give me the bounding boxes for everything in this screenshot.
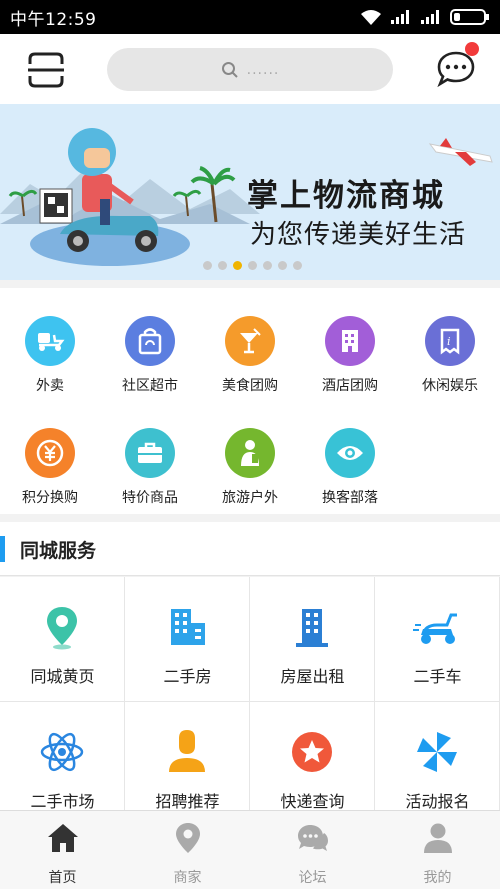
person-icon [169, 730, 205, 772]
user-icon [423, 823, 452, 853]
star-badge-icon [292, 732, 332, 772]
category-food-deals[interactable]: 美食团购 [200, 316, 300, 395]
shopping-bag-icon [125, 316, 175, 366]
page-dot[interactable] [263, 261, 272, 270]
services-section-header: 同城服务 [0, 522, 500, 576]
category-label: 特价商品 [122, 490, 178, 506]
app-header: ...... [0, 34, 500, 104]
banner-page-indicator[interactable] [203, 261, 302, 270]
apartment-icon [296, 609, 328, 647]
ticket-icon: i [425, 316, 475, 366]
category-label: 旅游户外 [222, 490, 278, 506]
tab-merchants[interactable]: 商家 [125, 821, 250, 887]
signal-icon [391, 10, 409, 24]
page-dot-active[interactable] [233, 261, 242, 270]
scooter-icon [413, 613, 457, 644]
hotel-building-icon [325, 316, 375, 366]
page-dot[interactable] [218, 261, 227, 270]
tab-label: 我的 [423, 870, 452, 886]
tab-label: 首页 [48, 870, 77, 886]
status-bar: 中午12:59 [0, 0, 500, 34]
services-grid: 同城黄页 二手房 房屋出租 二手车 二手市场 招聘推荐 快递查询 活动报名 [0, 577, 500, 827]
category-travel-outdoor[interactable]: 旅游户外 [200, 428, 300, 507]
service-express-query[interactable]: 快递查询 [250, 702, 375, 827]
wifi-icon [361, 10, 381, 25]
status-time: 中午12:59 [10, 9, 97, 30]
category-label: 酒店团购 [322, 378, 378, 394]
page-dot[interactable] [248, 261, 257, 270]
service-house-rental[interactable]: 房屋出租 [250, 577, 375, 702]
page-dot[interactable] [293, 261, 302, 270]
tab-mine[interactable]: 我的 [375, 821, 500, 887]
service-label: 快递查询 [280, 792, 345, 811]
category-points-exchange[interactable]: 积分换购 [0, 428, 100, 507]
scan-icon[interactable] [26, 50, 66, 90]
status-icons [360, 8, 490, 26]
category-label: 休闲娱乐 [422, 378, 478, 394]
unread-badge [465, 42, 479, 56]
category-label: 社区超市 [122, 378, 178, 394]
tab-label: 论坛 [298, 870, 327, 886]
page-dot[interactable] [278, 261, 287, 270]
banner-subtitle: 为您传递美好生活 [250, 220, 467, 250]
chat-icon [297, 825, 328, 851]
tab-home[interactable]: 首页 [0, 821, 125, 887]
service-yellow-pages[interactable]: 同城黄页 [0, 577, 125, 702]
category-hotel-deals[interactable]: 酒店团购 [300, 316, 400, 395]
pinwheel-icon [417, 732, 457, 772]
scooter-icon [25, 316, 75, 366]
category-label: 换客部落 [322, 490, 378, 506]
service-job-recommend[interactable]: 招聘推荐 [125, 702, 250, 827]
promo-banner[interactable]: 掌上物流商城 为您传递美好生活 [0, 104, 500, 280]
search-icon [221, 61, 238, 78]
category-leisure[interactable]: i 休闲娱乐 [400, 316, 500, 395]
section-title: 同城服务 [20, 540, 97, 562]
category-supermarket[interactable]: 社区超市 [100, 316, 200, 395]
tourist-icon [225, 428, 275, 478]
banner-title: 掌上物流商城 [247, 178, 445, 214]
service-label: 二手房 [163, 667, 212, 686]
location-icon [175, 823, 200, 853]
service-label: 二手市场 [30, 792, 95, 811]
category-grid: 外卖 社区超市 美食团购 酒店团购 i 休闲娱乐 积分换购 特价商品 旅游户外 … [0, 288, 500, 514]
signal-icon-2 [421, 10, 439, 24]
service-second-hand-house[interactable]: 二手房 [125, 577, 250, 702]
search-placeholder: ...... [246, 61, 280, 78]
tab-label: 商家 [173, 870, 202, 886]
category-special-offers[interactable]: 特价商品 [100, 428, 200, 507]
search-bar[interactable]: ...... [107, 48, 393, 91]
service-label: 房屋出租 [280, 667, 345, 686]
eye-icon [325, 428, 375, 478]
battery-icon [450, 9, 489, 25]
yen-coin-icon [25, 428, 75, 478]
service-flea-market[interactable]: 二手市场 [0, 702, 125, 827]
section-accent-bar [0, 536, 5, 562]
category-swap-tribe[interactable]: 换客部落 [300, 428, 400, 507]
bottom-tab-bar: 首页 商家 论坛 我的 [0, 810, 500, 889]
buildings-icon [171, 609, 205, 645]
category-label: 美食团购 [222, 378, 278, 394]
page-dot[interactable] [203, 261, 212, 270]
atom-icon [40, 732, 84, 772]
service-label: 二手车 [413, 667, 462, 686]
service-label: 同城黄页 [30, 667, 95, 686]
category-label: 积分换购 [22, 490, 78, 506]
svg-text:i: i [447, 335, 451, 348]
category-takeout[interactable]: 外卖 [0, 316, 100, 395]
service-event-signup[interactable]: 活动报名 [375, 702, 500, 827]
home-icon [47, 824, 78, 852]
cocktail-icon [225, 316, 275, 366]
category-label: 外卖 [36, 378, 64, 394]
briefcase-icon [125, 428, 175, 478]
service-label: 活动报名 [405, 792, 470, 811]
map-pin-icon [47, 607, 77, 650]
service-used-car[interactable]: 二手车 [375, 577, 500, 702]
service-label: 招聘推荐 [155, 792, 220, 811]
tab-forum[interactable]: 论坛 [250, 821, 375, 887]
